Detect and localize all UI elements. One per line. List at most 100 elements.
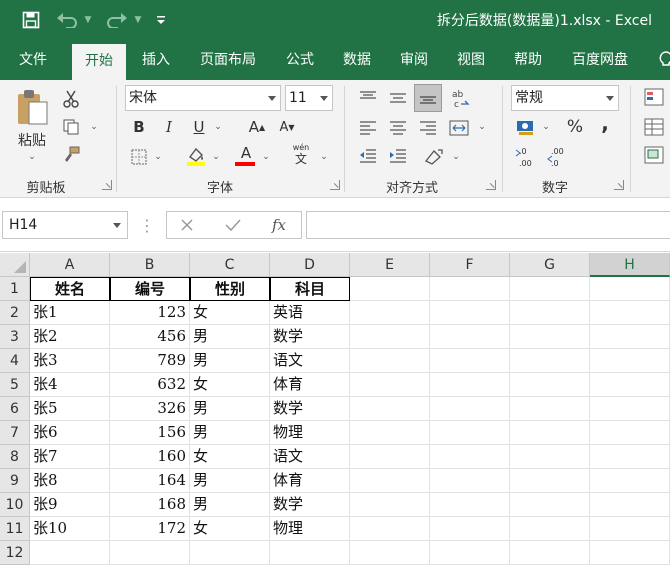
table-cell[interactable] bbox=[350, 301, 430, 325]
undo-dropdown-icon[interactable]: ▼ bbox=[82, 9, 94, 31]
table-cell[interactable] bbox=[350, 421, 430, 445]
table-cell[interactable]: 张4 bbox=[30, 373, 110, 397]
table-cell[interactable]: 物理 bbox=[270, 421, 350, 445]
tab-home[interactable]: 开始 bbox=[72, 44, 126, 80]
tab-baidu-netdisk[interactable]: 百度网盘 bbox=[562, 40, 638, 80]
orientation-icon[interactable]: ab c bbox=[446, 84, 474, 112]
align-center-icon[interactable] bbox=[386, 116, 410, 140]
table-cell[interactable] bbox=[430, 325, 510, 349]
row-header-4[interactable]: 4 bbox=[0, 349, 30, 373]
wrap-text-dropdown-icon[interactable]: ⌄ bbox=[450, 150, 462, 164]
fill-color-dropdown-icon[interactable]: ⌄ bbox=[210, 150, 222, 164]
table-cell[interactable] bbox=[110, 541, 190, 565]
table-cell[interactable] bbox=[430, 517, 510, 541]
table-cell[interactable]: 男 bbox=[190, 397, 270, 421]
table-cell[interactable] bbox=[510, 517, 590, 541]
table-cell[interactable] bbox=[510, 277, 590, 301]
tab-insert[interactable]: 插入 bbox=[132, 40, 180, 80]
increase-decimal-icon[interactable]: .0.00 bbox=[514, 144, 542, 170]
row-header-12[interactable]: 12 bbox=[0, 541, 30, 565]
table-cell[interactable]: 326 bbox=[110, 397, 190, 421]
table-cell[interactable] bbox=[430, 469, 510, 493]
table-cell[interactable] bbox=[510, 397, 590, 421]
increase-font-size-button[interactable]: A ▲ bbox=[246, 116, 268, 138]
table-cell[interactable] bbox=[590, 397, 670, 421]
worksheet-grid[interactable]: A B C D E F G H 1 姓名 编号 性别 科目 2 张1 123 女英语 3 张2 456… bbox=[0, 253, 670, 565]
align-top-icon[interactable] bbox=[356, 86, 380, 110]
table-cell[interactable] bbox=[350, 397, 430, 421]
table-cell[interactable]: 张2 bbox=[30, 325, 110, 349]
cancel-icon[interactable] bbox=[175, 214, 199, 236]
paste-dropdown-icon[interactable]: ⌄ bbox=[22, 150, 42, 164]
font-color-dropdown-icon[interactable]: ⌄ bbox=[260, 150, 272, 164]
phonetic-guide-button[interactable]: wén 文 bbox=[290, 142, 312, 168]
table-cell[interactable]: 张6 bbox=[30, 421, 110, 445]
clipboard-launcher-icon[interactable] bbox=[102, 180, 112, 190]
undo-icon[interactable] bbox=[54, 9, 80, 31]
table-cell[interactable] bbox=[430, 349, 510, 373]
fill-color-icon[interactable] bbox=[184, 144, 208, 168]
row-header-10[interactable]: 10 bbox=[0, 493, 30, 517]
row-header-11[interactable]: 11 bbox=[0, 517, 30, 541]
tab-file[interactable]: 文件 bbox=[8, 40, 58, 80]
row-header-3[interactable]: 3 bbox=[0, 325, 30, 349]
row-header-7[interactable]: 7 bbox=[0, 421, 30, 445]
conditional-formatting-icon[interactable] bbox=[642, 86, 666, 108]
table-cell[interactable]: 英语 bbox=[270, 301, 350, 325]
table-cell[interactable] bbox=[350, 445, 430, 469]
column-header-e[interactable]: E bbox=[350, 253, 430, 277]
table-cell[interactable] bbox=[430, 277, 510, 301]
tab-data[interactable]: 数据 bbox=[333, 40, 381, 80]
wrap-text-icon[interactable] bbox=[422, 144, 446, 168]
table-cell[interactable] bbox=[510, 325, 590, 349]
select-all-corner[interactable] bbox=[0, 253, 30, 277]
table-cell[interactable] bbox=[430, 421, 510, 445]
table-cell[interactable] bbox=[510, 349, 590, 373]
decrease-indent-icon[interactable] bbox=[356, 144, 380, 168]
table-cell[interactable] bbox=[510, 541, 590, 565]
table-cell[interactable]: 456 bbox=[110, 325, 190, 349]
table-cell[interactable]: 男 bbox=[190, 421, 270, 445]
table-cell[interactable] bbox=[590, 517, 670, 541]
increase-indent-icon[interactable] bbox=[386, 144, 410, 168]
name-box[interactable]: H14 bbox=[2, 211, 128, 239]
align-bottom-icon[interactable] bbox=[414, 84, 442, 112]
table-cell[interactable]: 数学 bbox=[270, 325, 350, 349]
font-color-button[interactable]: A bbox=[234, 144, 258, 168]
cut-icon[interactable] bbox=[60, 88, 82, 110]
table-cell[interactable] bbox=[590, 493, 670, 517]
table-cell[interactable]: 123 bbox=[110, 301, 190, 325]
table-cell[interactable] bbox=[510, 421, 590, 445]
table-cell[interactable]: 156 bbox=[110, 421, 190, 445]
table-cell[interactable]: 张7 bbox=[30, 445, 110, 469]
table-cell[interactable]: 男 bbox=[190, 349, 270, 373]
column-header-a[interactable]: A bbox=[30, 253, 110, 277]
column-header-d[interactable]: D bbox=[270, 253, 350, 277]
header-cell[interactable]: 姓名 bbox=[30, 277, 110, 301]
number-format-dropdown[interactable]: 常规 bbox=[511, 85, 619, 111]
column-header-h[interactable]: H bbox=[590, 253, 670, 277]
format-as-table-icon[interactable] bbox=[642, 116, 666, 138]
align-middle-icon[interactable] bbox=[386, 86, 410, 110]
cell-styles-icon[interactable] bbox=[642, 144, 666, 166]
table-cell[interactable] bbox=[430, 445, 510, 469]
column-header-g[interactable]: G bbox=[510, 253, 590, 277]
row-header-2[interactable]: 2 bbox=[0, 301, 30, 325]
decrease-decimal-icon[interactable]: .00.0 bbox=[546, 144, 574, 170]
table-cell[interactable] bbox=[590, 301, 670, 325]
accounting-format-icon[interactable] bbox=[514, 116, 538, 138]
table-cell[interactable] bbox=[590, 421, 670, 445]
table-cell[interactable]: 172 bbox=[110, 517, 190, 541]
table-cell[interactable]: 数学 bbox=[270, 397, 350, 421]
table-cell[interactable]: 语文 bbox=[270, 349, 350, 373]
row-header-1[interactable]: 1 bbox=[0, 277, 30, 301]
borders-icon[interactable] bbox=[128, 146, 150, 168]
table-cell[interactable] bbox=[270, 541, 350, 565]
percent-style-button[interactable]: % bbox=[562, 116, 588, 138]
tab-page-layout[interactable]: 页面布局 bbox=[192, 40, 264, 80]
font-launcher-icon[interactable] bbox=[330, 180, 340, 190]
table-cell[interactable]: 数学 bbox=[270, 493, 350, 517]
table-cell[interactable]: 张10 bbox=[30, 517, 110, 541]
table-cell[interactable] bbox=[350, 541, 430, 565]
align-left-icon[interactable] bbox=[356, 116, 380, 140]
